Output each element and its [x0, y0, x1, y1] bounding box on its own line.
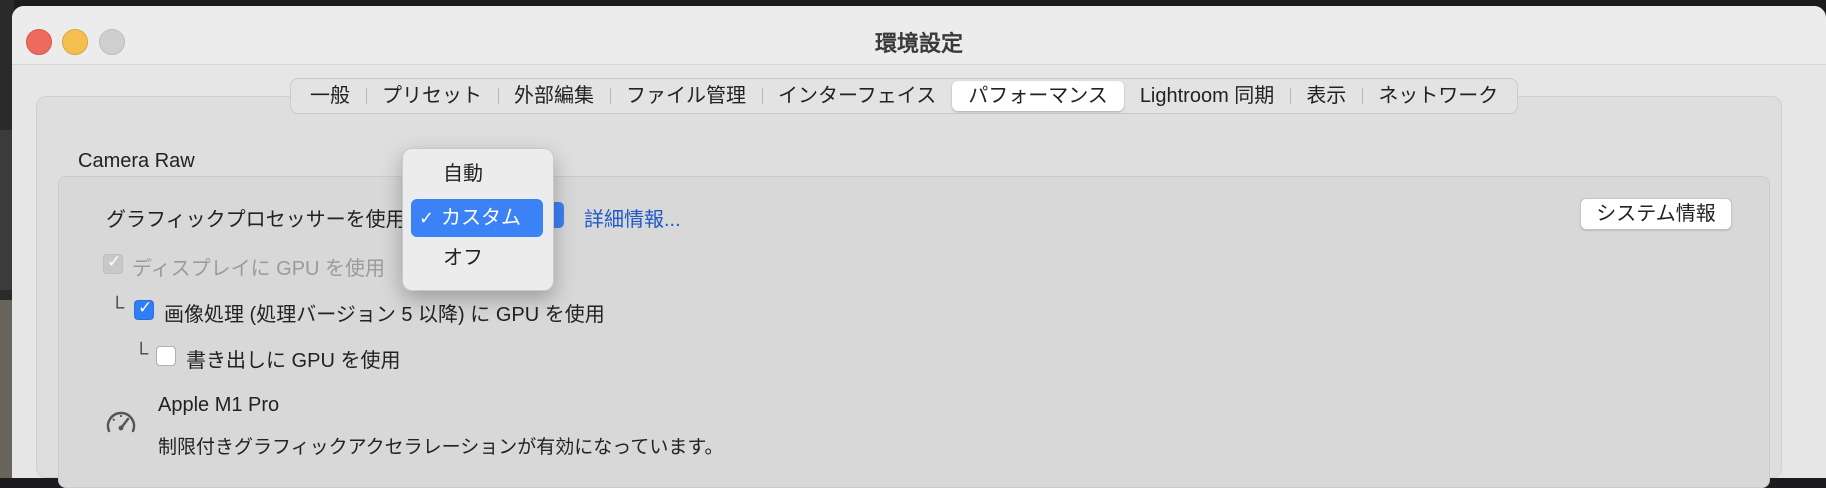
menu-item-label: 自動	[443, 163, 483, 185]
desktop-photo-edge	[0, 300, 12, 478]
export-gpu-checkbox[interactable]	[156, 346, 176, 366]
tab-external-editing[interactable]: 外部編集	[498, 81, 610, 111]
menu-item-label: オフ	[443, 247, 483, 269]
image-processing-gpu-label[interactable]: 画像処理 (処理バージョン 5 以降) に GPU を使用	[164, 298, 605, 327]
tab-file-handling[interactable]: ファイル管理	[610, 81, 762, 111]
system-info-button[interactable]: システム情報	[1580, 198, 1732, 230]
tab-lightroom-sync[interactable]: Lightroom 同期	[1124, 81, 1291, 111]
gpu-popup-menu: 自動 ✓ カスタム オフ	[402, 148, 554, 291]
tab-presets[interactable]: プリセット	[366, 81, 498, 111]
window-title: 環境設定	[874, 31, 963, 56]
tab-interface[interactable]: インターフェイス	[762, 81, 952, 111]
display-gpu-label: ディスプレイに GPU を使用	[132, 258, 386, 280]
checkmark-icon: ✓	[419, 208, 435, 228]
tree-connector-icon: └	[110, 297, 125, 319]
display-gpu-checkbox	[103, 252, 123, 274]
tab-general[interactable]: 一般	[294, 81, 366, 111]
tree-connector-icon: └	[134, 343, 149, 365]
menu-item-auto[interactable]: 自動	[411, 155, 543, 193]
menu-item-label: カスタム	[441, 207, 521, 229]
camera-raw-heading: Camera Raw	[78, 150, 195, 172]
desktop-window-edge	[0, 130, 12, 290]
tab-performance[interactable]: パフォーマンス	[952, 81, 1124, 111]
gpu-select-label: グラフィックプロセッサーを使用：	[106, 209, 426, 231]
gpu-status-text: 制限付きグラフィックアクセラレーションが有効になっています。	[158, 437, 724, 458]
export-gpu-label[interactable]: 書き出しに GPU を使用	[186, 344, 400, 373]
preferences-tab-bar: 一般 プリセット 外部編集 ファイル管理 インターフェイス パフォーマンス Li…	[290, 78, 1519, 114]
image-processing-gpu-checkbox[interactable]	[134, 298, 154, 320]
menu-item-off[interactable]: オフ	[411, 239, 543, 277]
menu-item-custom[interactable]: ✓ カスタム	[411, 199, 543, 237]
gpu-name: Apple M1 Pro	[158, 394, 280, 416]
speedometer-icon	[106, 411, 136, 433]
details-link[interactable]: 詳細情報...	[584, 203, 681, 232]
tab-network[interactable]: ネットワーク	[1362, 81, 1514, 111]
tab-display[interactable]: 表示	[1290, 81, 1362, 111]
title-bar: 環境設定	[12, 6, 1826, 65]
